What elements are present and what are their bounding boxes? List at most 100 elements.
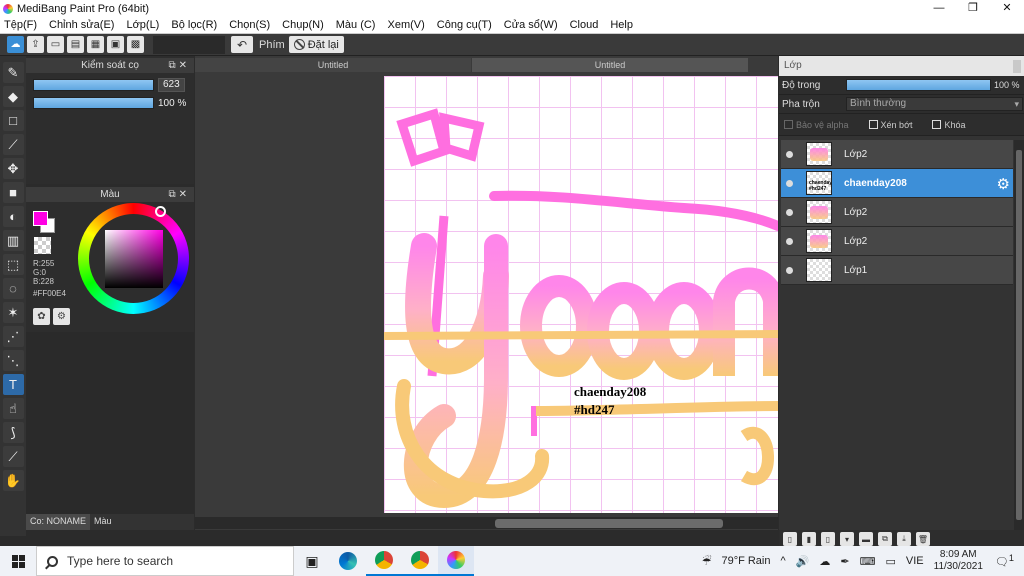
text-tool-icon[interactable]: T [2,374,24,395]
horizontal-scrollbar[interactable] [195,517,778,529]
operation-tool-icon[interactable]: ☝ [2,398,24,419]
eraser-tool-icon[interactable]: ◆ [2,86,24,107]
menu-help[interactable]: Help [610,19,633,31]
chrome-icon[interactable] [366,546,402,576]
gear-icon[interactable]: ⚙ [997,175,1010,193]
taskbar-search[interactable]: Type here to search [36,546,294,576]
document-tab-2[interactable]: Untitled [472,58,748,72]
tab-brush[interactable]: Co: NONAME [26,514,91,530]
new-layer-icon[interactable]: ▯ [783,532,797,546]
transparent-swatch[interactable] [34,237,51,254]
menu-layer[interactable]: Lớp(L) [126,19,159,31]
cloud-icon[interactable]: ☁ [7,36,24,53]
rectangle-tool-icon[interactable]: □ [2,110,24,131]
maximize-button[interactable]: ❐ [956,0,990,17]
cloud-icon[interactable]: ☁ [819,555,830,568]
menu-view[interactable]: Xem(V) [387,19,424,31]
notification-icon[interactable]: 🗨1 [995,553,1014,569]
keyboard-icon[interactable]: ⌨ [860,555,876,568]
layer-scrollbar[interactable] [1014,140,1024,530]
fill-rect-tool-icon[interactable]: ■ [2,182,24,203]
move-tool-icon[interactable]: ✥ [2,158,24,179]
clock[interactable]: 8:09 AM 11/30/2021 [934,549,983,573]
menu-filter[interactable]: Bộ lọc(R) [171,19,217,31]
line-tool-icon[interactable]: ⟋ [2,134,24,155]
pen-icon[interactable]: ✒ [840,555,849,568]
dropper-icon[interactable]: ⟆ [2,422,24,443]
color-wheel[interactable] [78,203,189,314]
protect-alpha-checkbox[interactable]: Bảo vệ alpha [784,120,849,130]
lock-checkbox[interactable]: Khóa [932,120,966,130]
blend-mode-select[interactable]: Bình thường [846,97,1023,111]
brush-tool-icon[interactable]: ✎ [2,62,24,83]
lasso-icon[interactable]: ◌ [2,278,24,299]
drawing-canvas[interactable]: chaenday208 #hd247 [384,76,778,513]
layer-row-selected[interactable]: chaenday208 #hd247 chaenday208 ⚙ [781,169,1013,198]
chrome-icon[interactable] [402,546,438,576]
brush-size-slider[interactable] [33,79,154,91]
layer-row[interactable]: Lớp1 [781,256,1013,285]
select-rect-icon[interactable]: ⬚ [2,254,24,275]
panel-controls-icon[interactable]: ⧉✕ [168,187,190,202]
new-color-layer-icon[interactable]: ▮ [802,532,816,546]
merge-layer-icon[interactable]: ⤓ [897,532,911,546]
layer-opacity-slider[interactable] [846,79,991,91]
layout-icon[interactable]: ▣ [107,36,124,53]
delete-layer-icon[interactable]: 🗑 [916,532,930,546]
gradient-tool-icon[interactable]: ▥ [2,230,24,251]
layer-row[interactable]: Lớp2 [781,140,1013,169]
start-button[interactable] [0,546,36,576]
menu-color[interactable]: Màu (C) [336,19,376,31]
volume-icon[interactable]: 🔊 [796,555,810,568]
medibang-icon[interactable] [438,546,474,576]
document-tab-1[interactable]: Untitled [195,58,471,72]
visibility-icon[interactable] [786,266,793,274]
visibility-icon[interactable] [786,179,793,187]
visibility-icon[interactable] [786,237,793,245]
menu-window[interactable]: Cửa sổ(W) [504,19,558,31]
tab-color[interactable]: Màu [90,514,116,530]
language-indicator[interactable]: VIE [906,555,924,567]
add-layer-menu-icon[interactable]: ▾ [840,532,854,546]
menu-snap[interactable]: Chụp(N) [282,19,324,31]
task-view-icon[interactable]: ▣ [294,546,330,576]
weather-icon[interactable]: ☔ [702,555,712,568]
speech-icon[interactable]: ▤ [67,36,84,53]
menu-select[interactable]: Chọn(S) [229,19,270,31]
close-button[interactable]: ✕ [990,0,1024,17]
document-icon[interactable]: ▦ [87,36,104,53]
layer-row[interactable]: Lớp2 [781,227,1013,256]
magic-wand-icon[interactable]: ✶ [2,302,24,323]
folder-icon[interactable]: ▬ [859,532,873,546]
menu-file[interactable]: Tệp(F) [4,19,37,31]
visibility-icon[interactable] [786,208,793,216]
edge-icon[interactable] [330,546,366,576]
hand-tool-icon[interactable]: ✋ [2,470,24,491]
weather-text[interactable]: 79°F Rain [721,555,770,567]
undo-button[interactable]: ↶ [231,36,253,53]
grid-icon[interactable]: ▩ [127,36,144,53]
minimize-button[interactable]: — [922,0,956,17]
clipping-checkbox[interactable]: Xén bớt [868,120,912,130]
color-settings-icon[interactable]: ⚙ [53,308,70,325]
panel-controls-icon[interactable]: ⧉✕ [168,58,190,73]
hue-knob[interactable] [155,206,166,217]
duplicate-layer-icon[interactable]: ⧉ [878,532,892,546]
primary-color-swatch[interactable] [33,211,48,226]
saturation-square[interactable] [105,230,163,288]
palette-icon[interactable]: ✿ [33,308,50,325]
new-halftone-layer-icon[interactable]: ▯ [821,532,835,546]
brush-size-value[interactable]: 623 [158,78,185,92]
menu-cloud[interactable]: Cloud [570,19,599,31]
select-pen-icon[interactable]: ⋰ [2,326,24,347]
layer-row[interactable]: Lớp2 [781,198,1013,227]
comment-icon[interactable]: ▭ [47,36,64,53]
share-icon[interactable]: ⇪ [27,36,44,53]
brush-opacity-slider[interactable] [33,97,154,109]
display-icon[interactable]: ▭ [885,555,895,568]
reset-button[interactable]: Đặt lại [288,36,344,53]
chevron-up-icon[interactable]: ^ [781,555,786,567]
visibility-icon[interactable] [786,150,793,158]
menu-tools[interactable]: Công cụ(T) [437,19,492,31]
eyedropper-icon[interactable]: ⟋ [2,446,24,467]
